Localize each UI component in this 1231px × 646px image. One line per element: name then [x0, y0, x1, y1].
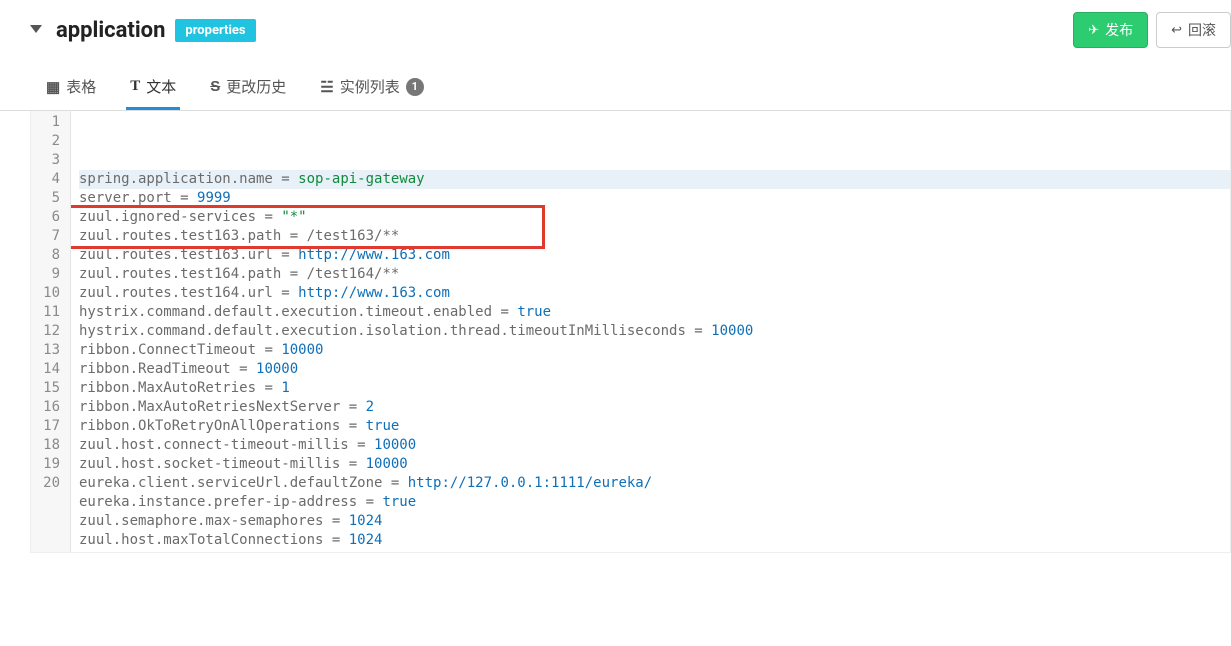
line-number: 6 — [37, 208, 60, 227]
line-number: 2 — [37, 132, 60, 151]
caret-down-icon[interactable] — [30, 25, 42, 33]
line-number: 11 — [37, 303, 60, 322]
page-title: application — [56, 18, 165, 43]
paper-plane-icon: ✈ — [1088, 23, 1099, 38]
line-number: 13 — [37, 341, 60, 360]
tab-history-label: 更改历史 — [226, 76, 286, 97]
code-line[interactable]: zuul.routes.test164.path = /test164/** — [79, 265, 1230, 284]
title-group: application properties — [30, 18, 256, 43]
line-number: 18 — [37, 436, 60, 455]
line-number: 8 — [37, 246, 60, 265]
text-icon: T — [130, 78, 140, 95]
tab-table-label: 表格 — [66, 76, 96, 97]
code-line[interactable]: zuul.host.socket-timeout-millis = 10000 — [79, 455, 1230, 474]
header-actions: ✈ 发布 ↩ 回滚 — [1073, 12, 1231, 48]
code-line[interactable]: zuul.host.connect-timeout-millis = 10000 — [79, 436, 1230, 455]
tab-table[interactable]: ▦ 表格 — [42, 66, 100, 110]
tab-history[interactable]: S 更改历史 — [206, 66, 290, 110]
code-line[interactable]: zuul.host.maxTotalConnections = 1024 — [79, 531, 1230, 550]
code-line[interactable]: ribbon.ReadTimeout = 10000 — [79, 360, 1230, 379]
line-number: 15 — [37, 379, 60, 398]
code-line[interactable]: hystrix.command.default.execution.isolat… — [79, 322, 1230, 341]
line-number: 7 — [37, 227, 60, 246]
line-number: 19 — [37, 455, 60, 474]
instances-count-badge: 1 — [406, 78, 424, 96]
line-number: 14 — [37, 360, 60, 379]
history-icon: S — [210, 78, 220, 95]
file-type-badge: properties — [175, 19, 255, 42]
line-number: 12 — [37, 322, 60, 341]
code-editor[interactable]: 1234567891011121314151617181920 spring.a… — [30, 111, 1231, 553]
code-line[interactable]: eureka.client.serviceUrl.defaultZone = h… — [79, 474, 1230, 493]
tab-bar: ▦ 表格 T 文本 S 更改历史 ☱ 实例列表 1 — [30, 66, 1231, 110]
line-number-gutter: 1234567891011121314151617181920 — [31, 111, 71, 552]
code-line[interactable]: zuul.routes.test163.url = http://www.163… — [79, 246, 1230, 265]
code-line[interactable]: zuul.semaphore.max-semaphores = 1024 — [79, 512, 1230, 531]
code-line[interactable]: ribbon.OkToRetryOnAllOperations = true — [79, 417, 1230, 436]
tab-text[interactable]: T 文本 — [126, 66, 180, 110]
code-line[interactable]: ribbon.MaxAutoRetriesNextServer = 2 — [79, 398, 1230, 417]
code-line[interactable]: ribbon.MaxAutoRetries = 1 — [79, 379, 1230, 398]
line-number: 16 — [37, 398, 60, 417]
code-line[interactable]: spring.application.name = sop-api-gatewa… — [79, 170, 1230, 189]
line-number: 5 — [37, 189, 60, 208]
table-icon: ▦ — [46, 78, 60, 96]
line-number: 3 — [37, 151, 60, 170]
list-icon: ☱ — [320, 78, 333, 96]
line-number: 4 — [37, 170, 60, 189]
line-number: 20 — [37, 474, 60, 493]
code-line[interactable]: zuul.routes.test163.path = /test163/** — [79, 227, 1230, 246]
code-line[interactable]: hystrix.command.default.execution.timeou… — [79, 303, 1230, 322]
code-content[interactable]: spring.application.name = sop-api-gatewa… — [71, 111, 1230, 552]
rollback-button-label: 回滚 — [1188, 20, 1216, 40]
tab-instances[interactable]: ☱ 实例列表 1 — [316, 66, 427, 110]
tab-text-label: 文本 — [146, 76, 176, 97]
line-number: 1 — [37, 113, 60, 132]
code-line[interactable]: server.port = 9999 — [79, 189, 1230, 208]
line-number: 9 — [37, 265, 60, 284]
undo-icon: ↩ — [1171, 23, 1182, 38]
publish-button[interactable]: ✈ 发布 — [1073, 12, 1148, 48]
code-line[interactable]: ribbon.ConnectTimeout = 10000 — [79, 341, 1230, 360]
code-line[interactable]: zuul.ignored-services = "*" — [79, 208, 1230, 227]
code-line[interactable]: eureka.instance.prefer-ip-address = true — [79, 493, 1230, 512]
line-number: 10 — [37, 284, 60, 303]
rollback-button[interactable]: ↩ 回滚 — [1156, 12, 1231, 48]
tab-instances-label: 实例列表 — [340, 76, 400, 97]
code-line[interactable]: zuul.routes.test164.url = http://www.163… — [79, 284, 1230, 303]
publish-button-label: 发布 — [1105, 20, 1133, 40]
line-number: 17 — [37, 417, 60, 436]
